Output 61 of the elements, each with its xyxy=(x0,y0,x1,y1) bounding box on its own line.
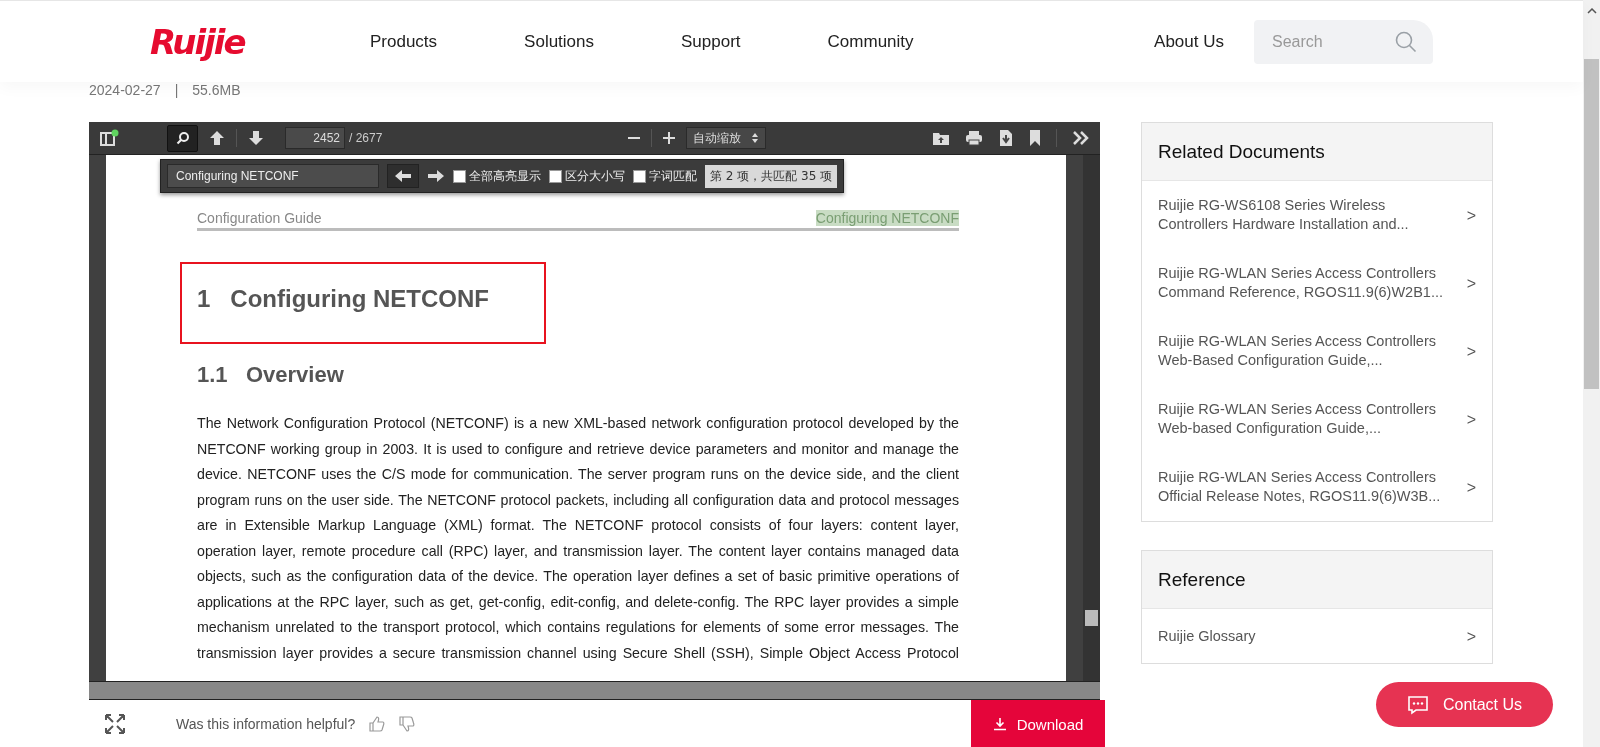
find-option-checkbox[interactable]: 区分大小写 xyxy=(549,167,625,185)
download-button[interactable]: Download xyxy=(971,700,1105,747)
bookmark-icon[interactable] xyxy=(1029,129,1041,147)
page-number-field[interactable]: 2452 xyxy=(285,127,345,149)
scrollbar[interactable] xyxy=(1083,155,1100,681)
document-link[interactable]: Ruijie RG-WS6108 Series Wireless Controllers Hardware Installation and... > xyxy=(1142,181,1492,249)
scrollbar[interactable] xyxy=(89,681,1100,700)
nav-link[interactable]: Community xyxy=(827,31,914,52)
updown-icon xyxy=(751,132,759,144)
arrow-up-icon[interactable] xyxy=(208,129,226,147)
body-paragraph: The Network Configuration Protocol (NETCONF) is a new XML-based network configuration protocol developed by the NETCONF working group in 2003. It is used to configure and retrieve device parameters and monitor and manage the device. NETCONF uses the C/S mode for communication. The server program runs on the device side, and the client program runs on the user side. The NETCONF protocol packets, including all configuration data and protocol messages are in Extensible Markup Language (XML) format. The NETCONF protocol consists of four layers: content layer, operation layer, remote procedure call (RPC) layer, and transmission layer. The content layer contains managed data objects, such as the configuration data of the device. The operation layer defines a set of basic primitive operations of applications at the RPC layer, such as get, get-config, edit-config, and delete-config. The RPC layer provides a simple mechanism unrelated to the transport protocol, which contains regulations for elements of some error messages. The transmission layer provides a secure transmission channel using Secure Shell (SSH), Simple Object Access Protocol xyxy=(197,414,959,663)
checkbox[interactable] xyxy=(633,169,646,183)
chevron-up-icon xyxy=(1586,8,1597,14)
zoom-select[interactable]: 自动缩放 xyxy=(686,127,766,149)
search-icon xyxy=(175,131,190,145)
find-button[interactable] xyxy=(167,124,198,152)
fullscreen-icon[interactable] xyxy=(104,713,126,735)
page-count-text: / 2677 xyxy=(349,131,383,145)
arrow-left-icon xyxy=(394,169,412,183)
download-icon xyxy=(992,717,1007,731)
document-link[interactable]: Ruijie RG-WLAN Series Access Controllers Command Reference, RGOS11.9(6)W2B1... > xyxy=(1142,249,1492,317)
arrow-down-icon[interactable] xyxy=(247,129,265,147)
match-count-text: 第 2 项，共匹配 35 项 xyxy=(705,164,838,188)
nav-link[interactable]: Support xyxy=(681,31,741,52)
section-heading: 1.1 Overview xyxy=(197,362,345,388)
date-text: 2024-02-27 xyxy=(89,82,161,100)
checkbox[interactable] xyxy=(453,169,466,183)
document-link[interactable]: Ruijie RG-WLAN Series Access Controllers Web-based Configuration Guide,... > xyxy=(1142,385,1492,453)
open-file-icon[interactable] xyxy=(932,130,950,146)
chat-icon xyxy=(1406,694,1429,715)
double-chevron-icon[interactable] xyxy=(1072,131,1090,145)
sidebar-toggle-icon[interactable] xyxy=(99,129,119,147)
search-field[interactable]: Search xyxy=(1254,19,1433,64)
document-link[interactable]: Ruijie RG-WLAN Series Access Controllers Official Release Notes, RGOS11.9(6)W3B... > xyxy=(1142,453,1492,521)
running-header-text: Configuring NETCONF xyxy=(815,210,959,226)
find-option-checkbox[interactable]: 字词匹配 xyxy=(633,167,697,185)
scrollbar[interactable] xyxy=(1583,0,1600,747)
document-link[interactable]: Ruijie RG-WLAN Series Access Controllers Web-Based Configuration Guide,... > xyxy=(1142,317,1492,385)
nav-link[interactable]: Solutions xyxy=(524,31,595,52)
nav-link[interactable]: About Us xyxy=(1154,31,1224,52)
panel-title: Reference xyxy=(1142,551,1492,609)
separator-text: | xyxy=(174,82,179,100)
logo[interactable]: Ruijie xyxy=(150,21,272,62)
find-option-checkbox[interactable]: 全部高亮显示 xyxy=(453,167,541,185)
download-icon[interactable] xyxy=(998,129,1014,147)
thumbs-down-icon[interactable] xyxy=(399,716,416,732)
checkbox[interactable] xyxy=(549,169,562,183)
print-icon[interactable] xyxy=(965,130,983,146)
previous-button[interactable] xyxy=(387,164,419,188)
contact-button[interactable]: Contact Us xyxy=(1376,682,1553,727)
nav-link[interactable]: Products xyxy=(370,31,438,52)
thumbs-up-icon[interactable] xyxy=(369,716,386,732)
running-header-text: Configuration Guide xyxy=(197,210,322,226)
zoom-in-icon[interactable] xyxy=(662,131,676,145)
feedback-question: Was this information helpful? xyxy=(176,716,356,732)
size-text: 55.6MB xyxy=(192,82,241,100)
find-field[interactable]: Configuring NETCONF xyxy=(167,164,379,188)
reference-link[interactable]: Ruijie Glossary > xyxy=(1142,609,1492,663)
panel-title: Related Documents xyxy=(1142,123,1492,181)
arrow-right-icon[interactable] xyxy=(427,169,445,183)
chapter-heading: 1 Configuring NETCONF xyxy=(197,285,490,313)
